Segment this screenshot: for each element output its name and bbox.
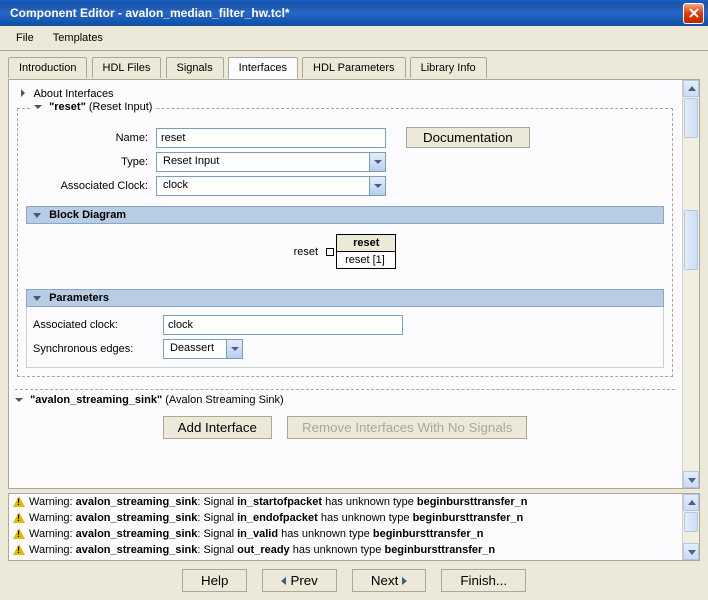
messages-scrollbar[interactable]	[682, 494, 699, 560]
chevron-down-icon[interactable]	[33, 213, 41, 218]
chevron-down-icon[interactable]	[226, 340, 242, 358]
tab-interfaces[interactable]: Interfaces	[228, 57, 298, 79]
sync-edges-value: Deassert	[164, 340, 226, 358]
name-label: Name:	[26, 132, 156, 144]
port-icon	[326, 248, 334, 256]
warning-row: Warning: avalon_streaming_sink: Signal i…	[9, 526, 682, 542]
parameters-title: Parameters	[49, 292, 109, 304]
remove-no-signals-button: Remove Interfaces With No Signals	[287, 416, 527, 439]
type-select[interactable]: Reset Input	[156, 152, 386, 172]
tabcontent: About Interfaces "reset" (Reset Input) N…	[8, 79, 700, 489]
tab-signals[interactable]: Signals	[166, 57, 224, 78]
scrollbar-thumb[interactable]	[684, 98, 698, 138]
warning-icon	[13, 512, 25, 524]
messages-panel: Warning: avalon_streaming_sink: Signal i…	[8, 493, 700, 561]
help-button[interactable]: Help	[182, 569, 247, 592]
chevron-right-icon[interactable]	[21, 89, 25, 97]
next-group-legend-type: (Avalon Streaming Sink)	[165, 394, 283, 406]
menu-templates[interactable]: Templates	[45, 30, 111, 46]
parameters-header[interactable]: Parameters	[26, 289, 664, 307]
param-sync-edges-label: Synchronous edges:	[33, 343, 163, 355]
about-interfaces-label[interactable]: About Interfaces	[33, 88, 113, 100]
chevron-down-icon[interactable]	[369, 177, 385, 195]
assoc-clock-value: clock	[157, 177, 369, 195]
next-group-legend-name: "avalon_streaming_sink"	[30, 394, 162, 406]
warning-icon	[13, 528, 25, 540]
tab-introduction[interactable]: Introduction	[8, 57, 87, 78]
diagram-port-text: reset [1]	[337, 252, 395, 268]
scroll-down-icon[interactable]	[683, 471, 699, 488]
tabstrip: Introduction HDL Files Signals Interface…	[0, 51, 708, 79]
type-label: Type:	[26, 156, 156, 168]
group-legend-type: (Reset Input)	[89, 101, 153, 113]
warning-icon	[13, 496, 25, 508]
type-value: Reset Input	[157, 153, 369, 171]
tab-library-info[interactable]: Library Info	[410, 57, 487, 78]
window-title: Component Editor - avalon_median_filter_…	[4, 6, 683, 20]
finish-button[interactable]: Finish...	[441, 569, 526, 592]
wizard-buttons: Help Prev Next Finish...	[0, 561, 708, 600]
diagram-box-header: reset	[337, 235, 395, 252]
content-scrollbar[interactable]	[682, 80, 699, 488]
menu-file[interactable]: File	[8, 30, 42, 46]
close-icon[interactable]	[683, 3, 704, 24]
next-button[interactable]: Next	[352, 569, 426, 592]
name-input[interactable]	[156, 128, 386, 148]
prev-button[interactable]: Prev	[262, 569, 336, 592]
block-diagram-header[interactable]: Block Diagram	[26, 206, 664, 224]
documentation-button[interactable]: Documentation	[406, 127, 530, 148]
chevron-down-icon[interactable]	[33, 296, 41, 301]
add-interface-button[interactable]: Add Interface	[163, 416, 272, 439]
assoc-clock-label: Associated Clock:	[26, 180, 156, 192]
interface-group-reset: "reset" (Reset Input) Name: Documentatio…	[17, 108, 673, 377]
sync-edges-select[interactable]: Deassert	[163, 339, 243, 359]
assoc-clock-select[interactable]: clock	[156, 176, 386, 196]
menubar: File Templates	[0, 26, 708, 51]
group-legend-name: "reset"	[49, 101, 86, 113]
scroll-up-icon[interactable]	[683, 80, 699, 97]
warning-row: Warning: avalon_streaming_sink: Signal i…	[9, 494, 682, 510]
param-assoc-clock-label: Associated clock:	[33, 319, 163, 331]
diagram-port-label: reset	[294, 246, 318, 258]
warning-icon	[13, 544, 25, 556]
warning-row: Warning: avalon_streaming_sink: Signal o…	[9, 542, 682, 558]
scroll-up-icon[interactable]	[683, 494, 699, 511]
tab-hdl-parameters[interactable]: HDL Parameters	[302, 57, 406, 78]
chevron-down-icon[interactable]	[15, 398, 23, 402]
scroll-down-icon[interactable]	[683, 543, 699, 560]
scrollbar-thumb[interactable]	[684, 210, 698, 270]
scrollbar-thumb[interactable]	[684, 512, 698, 532]
titlebar: Component Editor - avalon_median_filter_…	[0, 0, 708, 26]
block-diagram-title: Block Diagram	[49, 209, 126, 221]
chevron-down-icon[interactable]	[369, 153, 385, 171]
tab-hdl-files[interactable]: HDL Files	[92, 57, 162, 78]
param-assoc-clock-input[interactable]	[163, 315, 403, 335]
warning-row: Warning: avalon_streaming_sink: Signal i…	[9, 510, 682, 526]
chevron-down-icon[interactable]	[34, 105, 42, 109]
